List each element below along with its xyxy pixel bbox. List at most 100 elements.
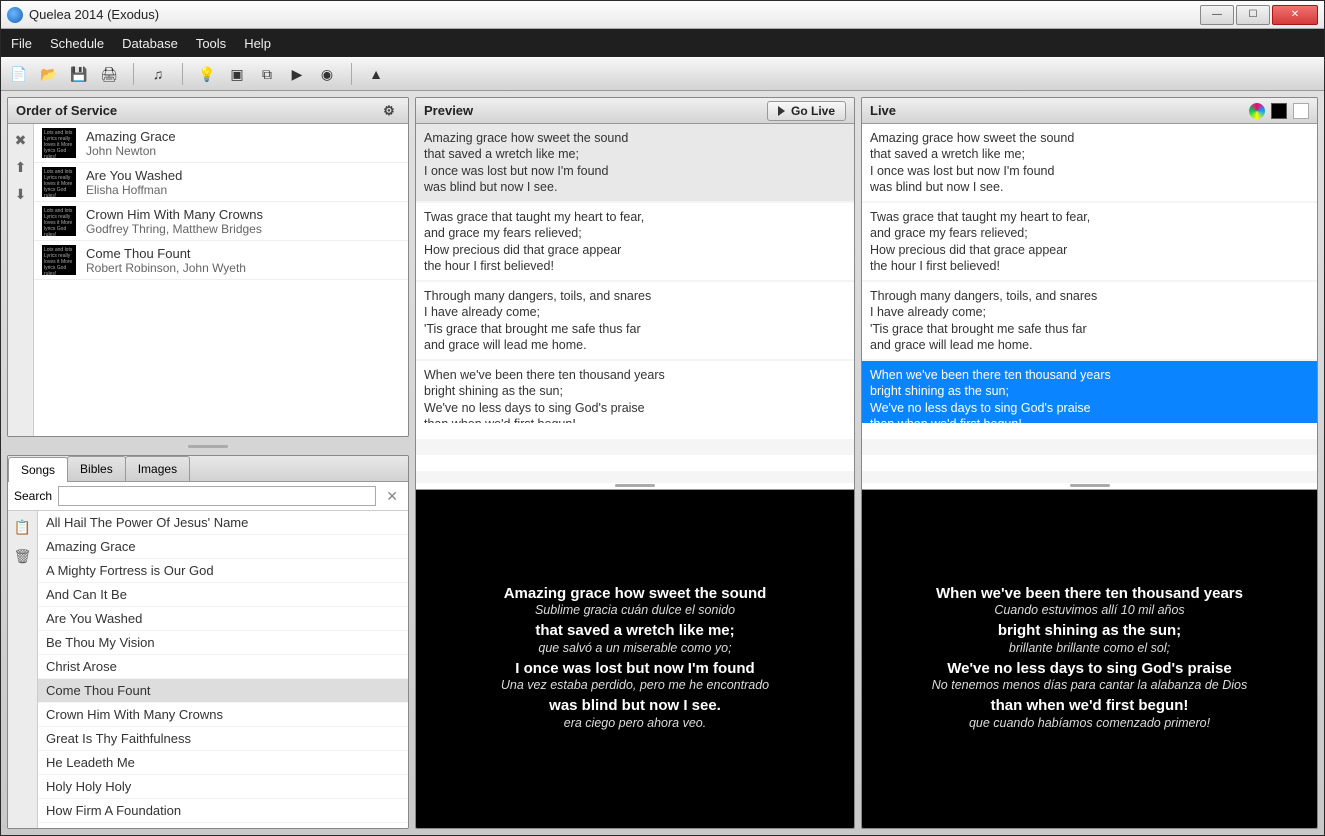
display-line-main: bright shining as the sun; <box>998 621 1181 641</box>
minimize-button[interactable]: — <box>1200 5 1234 25</box>
menu-schedule[interactable]: Schedule <box>50 36 104 51</box>
close-button[interactable]: ✕ <box>1272 5 1318 25</box>
order-item-author: John Newton <box>86 144 176 158</box>
verse-slide[interactable]: Twas grace that taught my heart to fear,… <box>862 203 1317 282</box>
video-icon[interactable]: ⧉ <box>257 64 277 84</box>
move-up-icon[interactable]: ⬆ <box>15 159 27 176</box>
live-display: When we've been there ten thousand years… <box>862 489 1317 829</box>
bulb-icon[interactable]: 💡 <box>197 64 217 84</box>
save-icon[interactable]: 💾 <box>69 64 89 84</box>
clear-screen-icon[interactable] <box>1293 103 1309 119</box>
window-title: Quelea 2014 (Exodus) <box>29 7 159 22</box>
display-line-main: Amazing grace how sweet the sound <box>504 584 767 604</box>
preview-empty-area <box>416 423 854 483</box>
display-line-translation: que cuando habíamos comenzado primero! <box>969 716 1210 730</box>
live-verse-list[interactable]: Amazing grace how sweet the sound that s… <box>862 124 1317 423</box>
order-item[interactable]: Lots and lots Lyrics really loves it Mor… <box>34 202 408 241</box>
menu-file[interactable]: File <box>11 36 32 51</box>
display-line-translation: era ciego pero ahora veo. <box>564 716 706 730</box>
delete-icon[interactable]: 🗑 <box>14 548 32 565</box>
play-triangle-icon <box>778 106 785 116</box>
dvd-icon[interactable]: ◉ <box>317 64 337 84</box>
order-item-title: Crown Him With Many Crowns <box>86 207 263 222</box>
song-row[interactable]: Are You Washed <box>38 607 408 631</box>
order-item[interactable]: Lots and lots Lyrics really loves it Mor… <box>34 241 408 280</box>
preview-verse-list[interactable]: Amazing grace how sweet the sound that s… <box>416 124 854 423</box>
tab-bibles[interactable]: Bibles <box>67 456 126 481</box>
play-icon[interactable]: ▶ <box>287 64 307 84</box>
order-item-title: Amazing Grace <box>86 129 176 144</box>
order-item[interactable]: Lots and lots Lyrics really loves it Mor… <box>34 124 408 163</box>
display-line-main: We've no less days to sing God's praise <box>947 659 1231 679</box>
logo-screen-icon[interactable] <box>1249 103 1265 119</box>
search-label: Search <box>14 489 52 503</box>
search-input[interactable] <box>58 486 376 506</box>
order-item-author: Robert Robinson, John Wyeth <box>86 261 246 275</box>
slide-thumbnail: Lots and lots Lyrics really loves it Mor… <box>42 167 76 197</box>
horizontal-splitter[interactable] <box>7 443 409 449</box>
black-screen-icon[interactable] <box>1271 103 1287 119</box>
song-row[interactable]: A Mighty Fortress is Our God <box>38 559 408 583</box>
song-row[interactable]: He Leadeth Me <box>38 751 408 775</box>
library-panel: Songs Bibles Images Search ✕ 📋 🗑 All Hai… <box>7 455 409 829</box>
verse-slide[interactable]: Amazing grace how sweet the sound that s… <box>862 124 1317 203</box>
preview-panel: Preview Go Live Amazing grace how sweet … <box>415 97 855 829</box>
live-empty-area <box>862 423 1317 483</box>
display-line-main: was blind but now I see. <box>549 696 721 716</box>
display-line-translation: No tenemos menos días para cantar la ala… <box>932 678 1247 692</box>
move-down-icon[interactable]: ⬇ <box>15 186 27 203</box>
order-title: Order of Service <box>16 103 117 118</box>
song-row[interactable]: Be Thou My Vision <box>38 631 408 655</box>
verse-slide[interactable]: Through many dangers, toils, and snares … <box>416 282 854 361</box>
gear-icon[interactable]: ⚙ <box>378 101 400 121</box>
song-row[interactable]: How Firm A Foundation <box>38 799 408 823</box>
order-item-author: Godfrey Thring, Matthew Bridges <box>86 222 263 236</box>
music-icon[interactable]: ♫ <box>148 64 168 84</box>
remove-icon[interactable]: ✖ <box>15 132 27 149</box>
warning-icon[interactable]: ▲ <box>366 64 386 84</box>
verse-slide[interactable]: Amazing grace how sweet the sound that s… <box>416 124 854 203</box>
print-icon[interactable]: 🖨 <box>99 64 119 84</box>
app-window: Quelea 2014 (Exodus) — ☐ ✕ File Schedule… <box>0 0 1325 836</box>
tab-images[interactable]: Images <box>125 456 190 481</box>
new-icon[interactable]: 📄 <box>9 64 29 84</box>
toolbar: 📄 📂 💾 🖨 ♫ 💡 ▣ ⧉ ▶ ◉ ▲ <box>1 57 1324 91</box>
song-row[interactable]: And Can It Be <box>38 583 408 607</box>
preview-title: Preview <box>424 103 473 118</box>
display-line-translation: Sublime gracia cuán dulce el sonido <box>535 603 735 617</box>
order-list[interactable]: Lots and lots Lyrics really loves it Mor… <box>34 124 408 436</box>
live-panel: Live Amazing grace how sweet the sound t… <box>861 97 1318 829</box>
verse-slide[interactable]: When we've been there ten thousand years… <box>416 361 854 423</box>
menu-tools[interactable]: Tools <box>196 36 226 51</box>
preview-display: Amazing grace how sweet the soundSublime… <box>416 489 854 829</box>
display-line-main: When we've been there ten thousand years <box>936 584 1243 604</box>
verse-slide[interactable]: Through many dangers, toils, and snares … <box>862 282 1317 361</box>
display-line-translation: Una vez estaba perdido, pero me he encon… <box>501 678 769 692</box>
maximize-button[interactable]: ☐ <box>1236 5 1270 25</box>
order-item[interactable]: Lots and lots Lyrics really loves it Mor… <box>34 163 408 202</box>
song-row[interactable]: Holy Holy Holy <box>38 775 408 799</box>
content-area: Order of Service ⚙ ✖ ⬆ ⬇ Lots and lots L… <box>1 91 1324 835</box>
slide-thumbnail: Lots and lots Lyrics really loves it Mor… <box>42 245 76 275</box>
clear-search-icon[interactable]: ✕ <box>382 488 402 505</box>
song-row[interactable]: Amazing Grace <box>38 535 408 559</box>
song-row[interactable]: Great Is Thy Faithfulness <box>38 727 408 751</box>
slide-thumbnail: Lots and lots Lyrics really loves it Mor… <box>42 206 76 236</box>
open-icon[interactable]: 📂 <box>39 64 59 84</box>
titlebar: Quelea 2014 (Exodus) — ☐ ✕ <box>1 1 1324 29</box>
order-of-service-panel: Order of Service ⚙ ✖ ⬆ ⬇ Lots and lots L… <box>7 97 409 437</box>
tab-songs[interactable]: Songs <box>8 457 68 482</box>
verse-slide[interactable]: Twas grace that taught my heart to fear,… <box>416 203 854 282</box>
song-list[interactable]: All Hail The Power Of Jesus' NameAmazing… <box>38 511 408 828</box>
menu-help[interactable]: Help <box>244 36 271 51</box>
song-row[interactable]: All Hail The Power Of Jesus' Name <box>38 511 408 535</box>
verse-slide[interactable]: When we've been there ten thousand years… <box>862 361 1317 423</box>
presentation-icon[interactable]: ▣ <box>227 64 247 84</box>
song-row[interactable]: Christ Arose <box>38 655 408 679</box>
go-live-button[interactable]: Go Live <box>767 101 846 121</box>
song-row[interactable]: Crown Him With Many Crowns <box>38 703 408 727</box>
display-line-main: I once was lost but now I'm found <box>515 659 754 679</box>
menu-database[interactable]: Database <box>122 36 178 51</box>
song-row[interactable]: Come Thou Fount <box>38 679 408 703</box>
copy-icon[interactable]: 📋 <box>14 519 31 536</box>
